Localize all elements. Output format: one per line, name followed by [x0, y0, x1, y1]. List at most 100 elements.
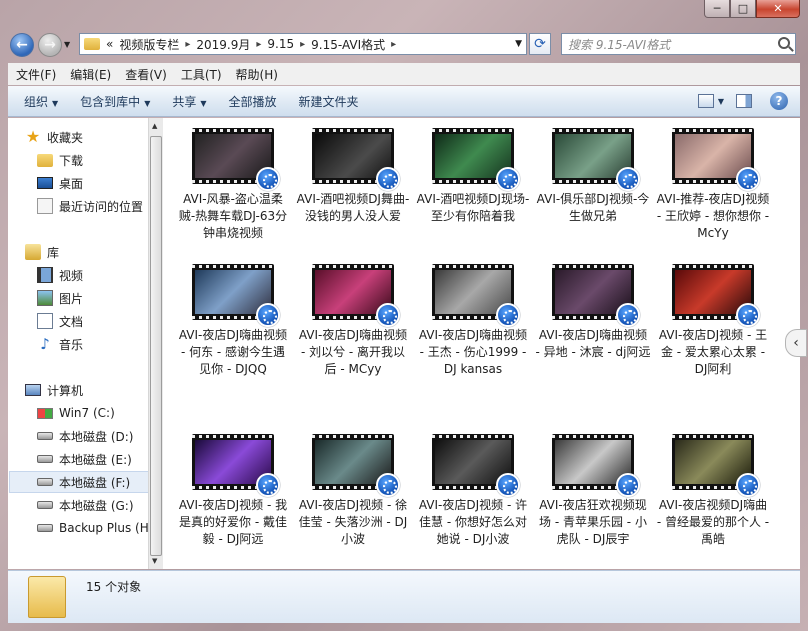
video-library-icon: [37, 267, 53, 283]
menu-tools[interactable]: 工具(T): [181, 66, 222, 83]
menu-view[interactable]: 查看(V): [125, 66, 167, 83]
refresh-button[interactable]: ⟳: [529, 33, 551, 55]
breadcrumb-separator-icon[interactable]: ▸: [185, 39, 190, 50]
breadcrumb-separator-icon[interactable]: ▸: [256, 39, 261, 50]
file-item[interactable]: AVI-夜店DJ嗨曲视频 - 何东 - 感谢今生遇见你 - DJQQ: [175, 264, 291, 378]
picture-library-icon: [37, 290, 53, 306]
hard-drive-icon: [37, 432, 53, 440]
nav-libraries[interactable]: 库: [25, 241, 148, 263]
media-player-icon: [256, 167, 280, 191]
nav-drive-h[interactable]: Backup Plus (H:: [37, 517, 148, 539]
file-item[interactable]: AVI-夜店DJ嗨曲视频 - 刘以兮 - 离开我以后 - MCyy: [295, 264, 411, 378]
file-item[interactable]: AVI-风暴-盗心温柔贼-热舞车载DJ-63分钟串烧视频: [175, 128, 291, 242]
arrow-left-icon: ←: [16, 37, 28, 53]
video-thumbnail: [312, 128, 400, 191]
nav-drive-c[interactable]: Win7 (C:): [37, 402, 148, 424]
nav-drive-d[interactable]: 本地磁盘 (D:): [37, 425, 148, 447]
file-item[interactable]: AVI-夜店DJ视频 - 王金 - 爱太累心太累 - DJ阿利: [655, 264, 771, 378]
nav-computer[interactable]: 计算机: [25, 379, 148, 401]
help-icon[interactable]: ?: [770, 92, 788, 110]
media-player-icon: [736, 303, 760, 327]
video-thumbnail: [432, 434, 520, 497]
nav-label: 本地磁盘 (E:): [59, 452, 132, 467]
file-item[interactable]: AVI-夜店狂欢视频现场 - 青苹果乐园 - 小虎队 - DJ辰宇: [535, 434, 651, 548]
video-thumbnail: [192, 264, 280, 327]
back-button[interactable]: ←: [10, 33, 34, 57]
breadcrumb-item[interactable]: 9.15-AVI格式: [311, 36, 385, 53]
video-thumbnail: [672, 434, 760, 497]
scroll-up-icon[interactable]: ▲: [152, 122, 157, 130]
media-player-icon: [496, 473, 520, 497]
nav-label: 下载: [59, 153, 84, 168]
minimize-button[interactable]: ─: [704, 0, 730, 18]
nav-scroll-thumb[interactable]: [150, 136, 162, 556]
file-name: AVI-酒吧视频DJ现场-至少有你陪着我: [416, 192, 530, 223]
nav-label: 本地磁盘 (F:): [59, 475, 131, 490]
breadcrumb-item[interactable]: 9.15: [267, 37, 294, 51]
forward-button[interactable]: →: [38, 33, 62, 57]
nav-downloads[interactable]: 下载: [37, 149, 148, 171]
nav-label: 库: [47, 245, 60, 260]
change-view-icon[interactable]: [697, 94, 714, 108]
play-all-button[interactable]: 全部播放: [229, 93, 277, 110]
video-thumbnail: [312, 434, 400, 497]
file-name: AVI-推荐-夜店DJ视频 - 王欣婷 - 想你想你 - McYy: [656, 192, 770, 240]
address-dropdown-icon[interactable]: ▼: [515, 39, 522, 49]
nav-label: 文档: [59, 314, 84, 329]
share-button[interactable]: 共享 ▼: [172, 93, 206, 110]
music-note-icon: ♪: [40, 335, 50, 353]
folder-icon: [84, 38, 100, 50]
nav-desktop[interactable]: 桌面: [37, 172, 148, 194]
media-player-icon: [256, 473, 280, 497]
nav-music[interactable]: ♪ 音乐: [37, 333, 148, 355]
expand-arrow-button[interactable]: ‹: [785, 329, 807, 357]
file-item[interactable]: AVI-夜店DJ视频 - 徐佳莹 - 失落沙洲 - DJ小波: [295, 434, 411, 548]
nav-videos[interactable]: 视频: [37, 264, 148, 286]
file-item[interactable]: AVI-夜店DJ视频 - 许佳慧 - 你想好怎么对她说 - DJ小波: [415, 434, 531, 548]
organize-button[interactable]: 组织 ▼: [24, 93, 58, 110]
breadcrumb-item[interactable]: 2019.9月: [196, 36, 250, 53]
close-button[interactable]: ✕: [756, 0, 800, 18]
chevron-down-icon: ▼: [144, 98, 151, 108]
file-item[interactable]: AVI-夜店DJ嗨曲视频 - 异地 - 沐宸 - dj阿远: [535, 264, 651, 361]
window-controls: ─ □ ✕: [704, 0, 800, 18]
file-name: AVI-夜店DJ视频 - 王金 - 爱太累心太累 - DJ阿利: [658, 328, 768, 376]
search-input[interactable]: 搜索 9.15-AVI格式: [561, 33, 796, 55]
file-item[interactable]: AVI-夜店DJ嗨曲视频 - 王杰 - 伤心1999 - DJ kansas: [415, 264, 531, 378]
scroll-down-icon[interactable]: ▼: [152, 557, 157, 565]
menu-file[interactable]: 文件(F): [16, 66, 56, 83]
file-name: AVI-夜店DJ嗨曲视频 - 王杰 - 伤心1999 - DJ kansas: [418, 328, 528, 376]
breadcrumb-item[interactable]: 视频版专栏: [119, 36, 179, 53]
address-bar[interactable]: « 视频版专栏 ▸ 2019.9月 ▸ 9.15 ▸ 9.15-AVI格式 ▸ …: [79, 33, 527, 55]
file-name: AVI-夜店DJ视频 - 我是真的好爱你 - 戴佳毅 - DJ阿远: [178, 498, 288, 546]
maximize-button[interactable]: □: [730, 0, 756, 18]
file-item[interactable]: AVI-俱乐部DJ视频-今生做兄弟: [535, 128, 651, 225]
nav-favorites[interactable]: ★ 收藏夹: [25, 126, 148, 148]
recent-pages-dropdown[interactable]: ▼: [64, 40, 70, 49]
include-in-library-button[interactable]: 包含到库中 ▼: [80, 93, 150, 110]
view-options-dropdown-icon[interactable]: ▼: [718, 97, 724, 106]
breadcrumb-overflow[interactable]: «: [106, 37, 113, 51]
nav-drive-g[interactable]: 本地磁盘 (G:): [37, 494, 148, 516]
file-item[interactable]: AVI-夜店DJ视频 - 我是真的好爱你 - 戴佳毅 - DJ阿远: [175, 434, 291, 548]
file-item[interactable]: AVI-酒吧视频DJ现场-至少有你陪着我: [415, 128, 531, 225]
nav-drive-f[interactable]: 本地磁盘 (F:): [9, 471, 148, 493]
desktop-icon: [37, 177, 53, 189]
nav-scrollbar[interactable]: ▲ ▼: [148, 118, 163, 569]
breadcrumb-separator-icon[interactable]: ▸: [300, 39, 305, 50]
menu-help[interactable]: 帮助(H): [236, 66, 278, 83]
nav-label: 图片: [59, 291, 84, 306]
nav-documents[interactable]: 文档: [37, 310, 148, 332]
file-item[interactable]: AVI-酒吧视频DJ舞曲-没钱的男人没人爱: [295, 128, 411, 225]
file-item[interactable]: AVI-推荐-夜店DJ视频 - 王欣婷 - 想你想你 - McYy: [655, 128, 771, 242]
file-item[interactable]: AVI-夜店视频DJ嗨曲 - 曾经最爱的那个人 - 禹皓: [655, 434, 771, 548]
windows-drive-icon: [37, 407, 53, 419]
nav-drive-e[interactable]: 本地磁盘 (E:): [37, 448, 148, 470]
preview-pane-icon[interactable]: [736, 94, 752, 108]
breadcrumb-separator-icon[interactable]: ▸: [391, 39, 396, 50]
new-folder-button[interactable]: 新建文件夹: [299, 93, 359, 110]
nav-recent-places[interactable]: 最近访问的位置: [37, 195, 148, 217]
menu-edit[interactable]: 编辑(E): [70, 66, 111, 83]
search-icon[interactable]: [778, 37, 790, 49]
nav-pictures[interactable]: 图片: [37, 287, 148, 309]
